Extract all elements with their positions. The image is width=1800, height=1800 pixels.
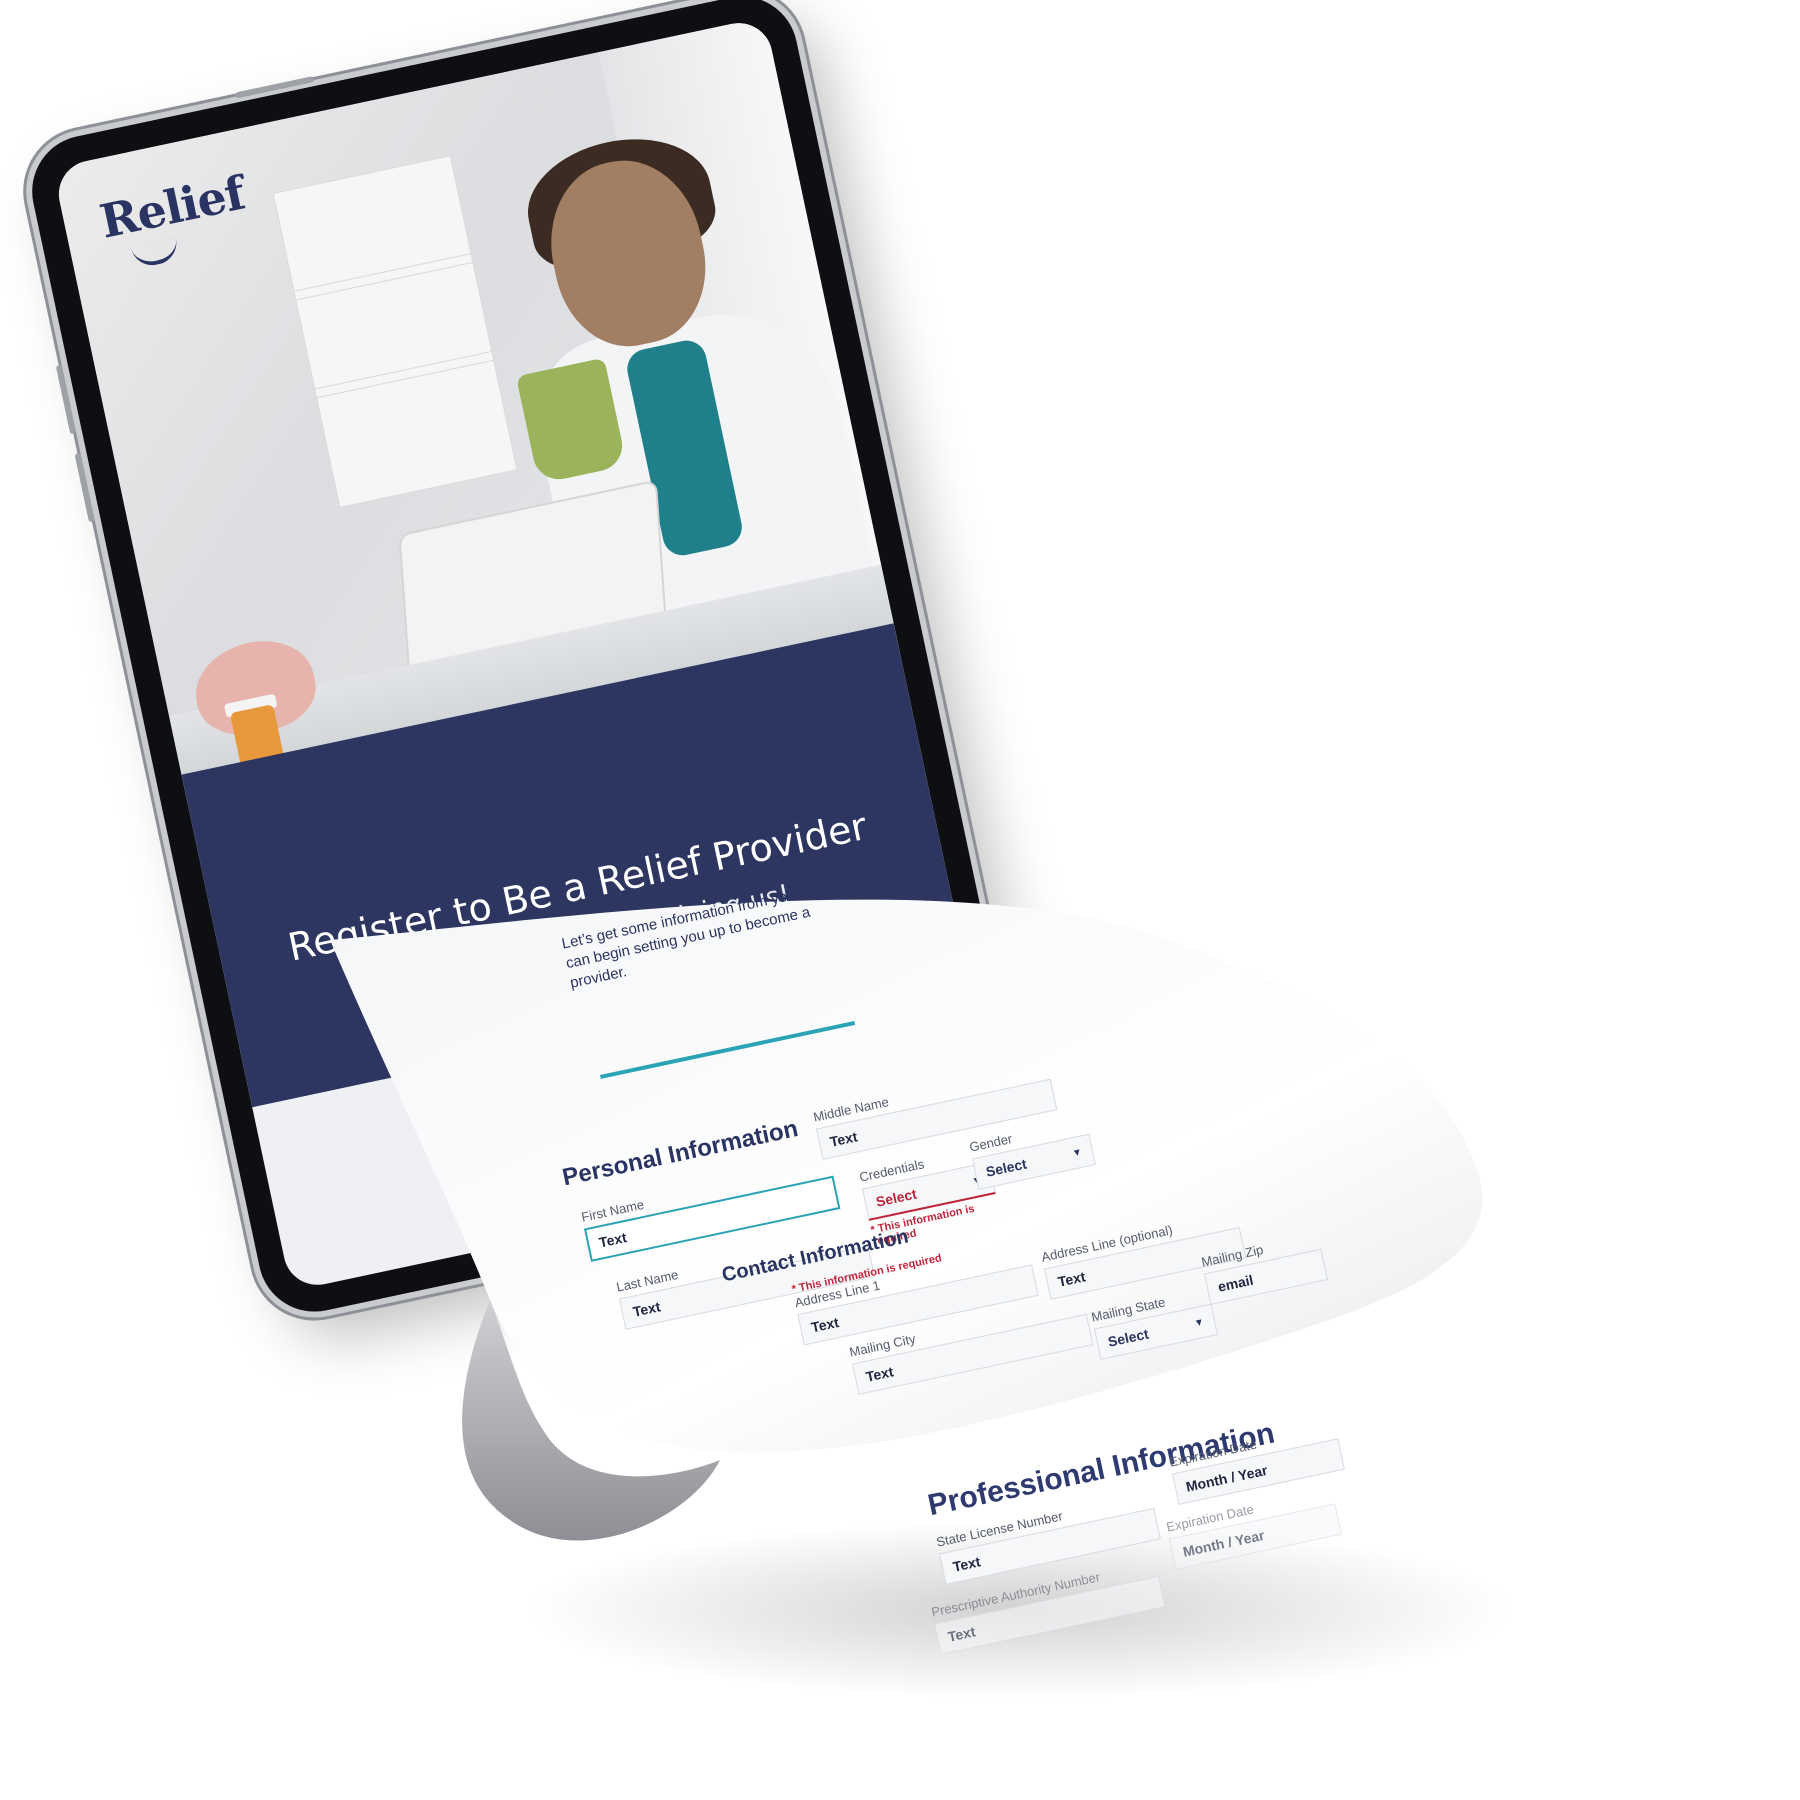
state-license-value: Text (951, 1553, 982, 1575)
power-button (234, 76, 315, 99)
address-line-1-value: Text (809, 1314, 841, 1336)
mailing-state-value: Select (1106, 1325, 1151, 1350)
mailing-zip-value: email (1216, 1271, 1255, 1295)
chevron-down-icon: ▼ (1193, 1316, 1206, 1330)
shelf (272, 155, 518, 508)
chevron-down-icon: ▼ (1071, 1146, 1084, 1160)
scene: Relief Register to Be a Relief Provider … (0, 0, 1800, 1800)
middle-name-value: Text (828, 1128, 859, 1150)
volume-button (55, 364, 77, 435)
credentials-value: Select (874, 1185, 919, 1210)
prescriptive-authority-value: Text (946, 1623, 977, 1645)
volume-button (74, 452, 95, 523)
gender-value: Select (984, 1155, 1029, 1180)
last-name-value: Text (631, 1298, 662, 1320)
mailing-city-value: Text (864, 1363, 895, 1385)
logo-smile-icon (130, 238, 181, 270)
relief-logo[interactable]: Relief (95, 166, 249, 249)
first-name-value: Text (597, 1229, 629, 1251)
address-line-2-value: Text (1056, 1268, 1087, 1290)
